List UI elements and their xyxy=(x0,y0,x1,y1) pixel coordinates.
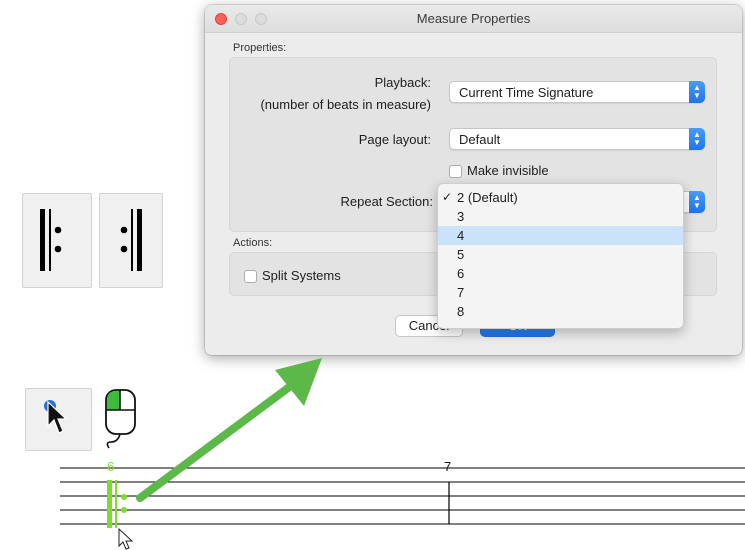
repeat-end-button[interactable] xyxy=(99,193,163,288)
playback-sublabel: (number of beats in measure) xyxy=(260,97,431,112)
menu-item-label: 2 (Default) xyxy=(457,190,518,205)
actions-section-label: Actions: xyxy=(233,237,273,249)
page-layout-select[interactable]: Default ▲ ▼ xyxy=(449,128,705,150)
cursor-icon xyxy=(118,528,134,550)
split-systems-checkbox[interactable] xyxy=(244,270,257,283)
checkmark-icon: ✓ xyxy=(442,190,453,204)
repeat-section-menu: ✓ 2 (Default) 3 4 5 6 7 8 xyxy=(437,183,684,329)
menu-item-label: 3 xyxy=(457,209,465,224)
properties-section-label: Properties: xyxy=(233,42,287,54)
page-layout-value: Default xyxy=(459,132,501,147)
chevron-updown-icon: ▲ ▼ xyxy=(689,81,705,103)
measure-number-7: 7 xyxy=(444,459,452,474)
menu-item-2[interactable]: ✓ 2 (Default) xyxy=(438,188,683,207)
menu-item-label: 6 xyxy=(457,266,465,281)
menu-item-3[interactable]: 3 xyxy=(438,207,683,226)
repeat-start-icon xyxy=(40,209,62,271)
chevron-updown-icon: ▲ ▼ xyxy=(689,128,705,150)
repeat-end-icon xyxy=(120,209,142,271)
menu-item-label: 4 xyxy=(457,228,465,243)
menu-item-label: 7 xyxy=(457,285,465,300)
menu-item-4[interactable]: 4 xyxy=(438,226,683,245)
arrow-icon xyxy=(136,358,322,502)
split-systems-label: Split Systems xyxy=(262,268,341,283)
repeat-start-button[interactable] xyxy=(22,193,92,288)
dialog-title: Measure Properties xyxy=(416,11,531,26)
menu-item-label: 5 xyxy=(457,247,465,262)
make-invisible-checkbox[interactable] xyxy=(449,165,462,178)
playback-label: Playback: xyxy=(374,75,431,90)
titlebar: Measure Properties xyxy=(205,5,742,33)
make-invisible-label: Make invisible xyxy=(467,163,549,178)
chevron-updown-icon: ▲ ▼ xyxy=(689,191,705,213)
repeat-section-label: Repeat Section: xyxy=(340,194,433,209)
page-layout-label: Page layout: xyxy=(358,132,431,147)
playback-select[interactable]: Current Time Signature ▲ ▼ xyxy=(449,81,705,103)
menu-item-5[interactable]: 5 xyxy=(438,245,683,264)
measure-number-6: 6 xyxy=(107,459,115,474)
pointer-tool-button[interactable] xyxy=(25,388,92,451)
menu-item-label: 8 xyxy=(457,304,465,319)
playback-value: Current Time Signature xyxy=(459,85,594,100)
menu-item-8[interactable]: 8 xyxy=(438,302,683,321)
menu-item-7[interactable]: 7 xyxy=(438,283,683,302)
menu-item-6[interactable]: 6 xyxy=(438,264,683,283)
pointer-tool-icon xyxy=(44,400,68,434)
